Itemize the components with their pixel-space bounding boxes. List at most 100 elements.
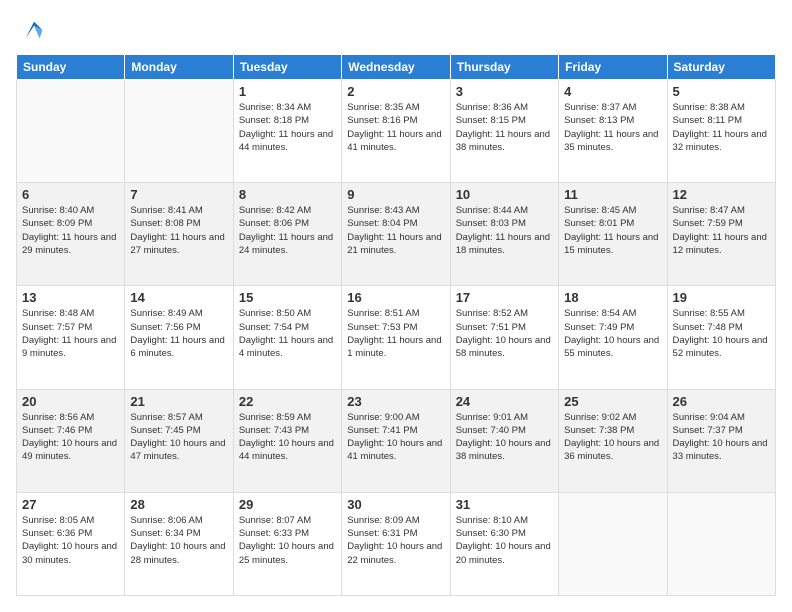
calendar-cell: 15 Sunrise: 8:50 AM Sunset: 7:54 PM Dayli… xyxy=(233,286,341,389)
calendar-cell: 25Sunrise: 9:02 AM Sunset: 7:38 PM Dayli… xyxy=(559,389,667,492)
day-info: Sunrise: 8:41 AM Sunset: 8:08 PM Dayligh… xyxy=(130,204,227,257)
day-number: 27 xyxy=(22,497,119,512)
calendar-cell: 10Sunrise: 8:44 AM Sunset: 8:03 PM Dayli… xyxy=(450,183,558,286)
day-number: 16 xyxy=(347,290,444,305)
day-info: Sunrise: 8:35 AM Sunset: 8:16 PM Dayligh… xyxy=(347,101,444,154)
day-number: 19 xyxy=(673,290,770,305)
day-number: 9 xyxy=(347,187,444,202)
day-number: 5 xyxy=(673,84,770,99)
calendar-cell: 29 Sunrise: 8:07 AM Sunset: 6:33 PM Dayli… xyxy=(233,492,341,595)
calendar-cell: 18Sunrise: 8:54 AM Sunset: 7:49 PM Dayli… xyxy=(559,286,667,389)
day-info: Sunrise: 8:56 AM Sunset: 7:46 PM Dayligh… xyxy=(22,411,119,464)
day-info: Sunrise: 8:06 AM Sunset: 6:34 PM Dayligh… xyxy=(130,514,227,567)
day-info: Sunrise: 8:07 AM Sunset: 6:33 PM Dayligh… xyxy=(239,514,336,567)
day-number: 29 xyxy=(239,497,336,512)
day-info: Sunrise: 9:02 AM Sunset: 7:38 PM Dayligh… xyxy=(564,411,661,464)
calendar-cell: 5Sunrise: 8:38 AM Sunset: 8:11 PM Daylig… xyxy=(667,80,775,183)
day-number: 24 xyxy=(456,394,553,409)
day-info: Sunrise: 8:59 AM Sunset: 7:43 PM Dayligh… xyxy=(239,411,336,464)
col-friday: Friday xyxy=(559,55,667,80)
day-info: Sunrise: 8:05 AM Sunset: 6:36 PM Dayligh… xyxy=(22,514,119,567)
col-tuesday: Tuesday xyxy=(233,55,341,80)
day-info: Sunrise: 8:52 AM Sunset: 7:51 PM Dayligh… xyxy=(456,307,553,360)
day-info: Sunrise: 9:01 AM Sunset: 7:40 PM Dayligh… xyxy=(456,411,553,464)
col-monday: Monday xyxy=(125,55,233,80)
day-info: Sunrise: 8:49 AM Sunset: 7:56 PM Dayligh… xyxy=(130,307,227,360)
day-info: Sunrise: 8:09 AM Sunset: 6:31 PM Dayligh… xyxy=(347,514,444,567)
calendar-cell: 2 Sunrise: 8:35 AM Sunset: 8:16 PM Daylig… xyxy=(342,80,450,183)
calendar-row: 27 Sunrise: 8:05 AM Sunset: 6:36 PM Dayli… xyxy=(17,492,776,595)
col-thursday: Thursday xyxy=(450,55,558,80)
calendar-cell: 31 Sunrise: 8:10 AM Sunset: 6:30 PM Dayli… xyxy=(450,492,558,595)
day-number: 14 xyxy=(130,290,227,305)
col-saturday: Saturday xyxy=(667,55,775,80)
day-info: Sunrise: 8:55 AM Sunset: 7:48 PM Dayligh… xyxy=(673,307,770,360)
calendar-cell: 21 Sunrise: 8:57 AM Sunset: 7:45 PM Dayli… xyxy=(125,389,233,492)
day-info: Sunrise: 8:51 AM Sunset: 7:53 PM Dayligh… xyxy=(347,307,444,360)
day-number: 21 xyxy=(130,394,227,409)
day-number: 4 xyxy=(564,84,661,99)
calendar-cell: 12 Sunrise: 8:47 AM Sunset: 7:59 PM Dayli… xyxy=(667,183,775,286)
day-info: Sunrise: 8:47 AM Sunset: 7:59 PM Dayligh… xyxy=(673,204,770,257)
calendar-cell: 9 Sunrise: 8:43 AM Sunset: 8:04 PM Daylig… xyxy=(342,183,450,286)
day-info: Sunrise: 8:45 AM Sunset: 8:01 PM Dayligh… xyxy=(564,204,661,257)
day-number: 11 xyxy=(564,187,661,202)
calendar-cell: 22 Sunrise: 8:59 AM Sunset: 7:43 PM Dayli… xyxy=(233,389,341,492)
calendar-row: 1 Sunrise: 8:34 AM Sunset: 8:18 PM Daylig… xyxy=(17,80,776,183)
calendar-row: 6 Sunrise: 8:40 AM Sunset: 8:09 PM Daylig… xyxy=(17,183,776,286)
calendar-cell: 17 Sunrise: 8:52 AM Sunset: 7:51 PM Dayli… xyxy=(450,286,558,389)
day-info: Sunrise: 8:50 AM Sunset: 7:54 PM Dayligh… xyxy=(239,307,336,360)
day-number: 12 xyxy=(673,187,770,202)
col-wednesday: Wednesday xyxy=(342,55,450,80)
day-info: Sunrise: 8:48 AM Sunset: 7:57 PM Dayligh… xyxy=(22,307,119,360)
calendar-cell: 19 Sunrise: 8:55 AM Sunset: 7:48 PM Dayli… xyxy=(667,286,775,389)
calendar-cell: 30Sunrise: 8:09 AM Sunset: 6:31 PM Dayli… xyxy=(342,492,450,595)
day-info: Sunrise: 8:57 AM Sunset: 7:45 PM Dayligh… xyxy=(130,411,227,464)
calendar-cell: 20 Sunrise: 8:56 AM Sunset: 7:46 PM Dayli… xyxy=(17,389,125,492)
day-info: Sunrise: 8:40 AM Sunset: 8:09 PM Dayligh… xyxy=(22,204,119,257)
logo-icon xyxy=(20,16,48,44)
calendar-cell xyxy=(125,80,233,183)
day-number: 8 xyxy=(239,187,336,202)
day-info: Sunrise: 8:54 AM Sunset: 7:49 PM Dayligh… xyxy=(564,307,661,360)
day-info: Sunrise: 8:37 AM Sunset: 8:13 PM Dayligh… xyxy=(564,101,661,154)
calendar-cell: 4 Sunrise: 8:37 AM Sunset: 8:13 PM Daylig… xyxy=(559,80,667,183)
calendar-cell: 1 Sunrise: 8:34 AM Sunset: 8:18 PM Daylig… xyxy=(233,80,341,183)
day-number: 15 xyxy=(239,290,336,305)
day-info: Sunrise: 8:36 AM Sunset: 8:15 PM Dayligh… xyxy=(456,101,553,154)
day-info: Sunrise: 8:34 AM Sunset: 8:18 PM Dayligh… xyxy=(239,101,336,154)
day-number: 31 xyxy=(456,497,553,512)
calendar-cell: 27 Sunrise: 8:05 AM Sunset: 6:36 PM Dayli… xyxy=(17,492,125,595)
day-number: 3 xyxy=(456,84,553,99)
day-number: 28 xyxy=(130,497,227,512)
day-info: Sunrise: 9:00 AM Sunset: 7:41 PM Dayligh… xyxy=(347,411,444,464)
calendar-cell: 26Sunrise: 9:04 AM Sunset: 7:37 PM Dayli… xyxy=(667,389,775,492)
day-number: 6 xyxy=(22,187,119,202)
logo xyxy=(16,16,48,44)
calendar-cell: 3 Sunrise: 8:36 AM Sunset: 8:15 PM Daylig… xyxy=(450,80,558,183)
header-row: Sunday Monday Tuesday Wednesday Thursday… xyxy=(17,55,776,80)
day-number: 1 xyxy=(239,84,336,99)
calendar-cell: 24 Sunrise: 9:01 AM Sunset: 7:40 PM Dayli… xyxy=(450,389,558,492)
col-sunday: Sunday xyxy=(17,55,125,80)
day-info: Sunrise: 8:10 AM Sunset: 6:30 PM Dayligh… xyxy=(456,514,553,567)
calendar-table: Sunday Monday Tuesday Wednesday Thursday… xyxy=(16,54,776,596)
calendar-cell: 7 Sunrise: 8:41 AM Sunset: 8:08 PM Daylig… xyxy=(125,183,233,286)
day-info: Sunrise: 8:42 AM Sunset: 8:06 PM Dayligh… xyxy=(239,204,336,257)
calendar-cell: 16 Sunrise: 8:51 AM Sunset: 7:53 PM Dayli… xyxy=(342,286,450,389)
calendar-cell: 13 Sunrise: 8:48 AM Sunset: 7:57 PM Dayli… xyxy=(17,286,125,389)
calendar-cell xyxy=(667,492,775,595)
day-info: Sunrise: 8:43 AM Sunset: 8:04 PM Dayligh… xyxy=(347,204,444,257)
day-number: 13 xyxy=(22,290,119,305)
day-number: 26 xyxy=(673,394,770,409)
page: Sunday Monday Tuesday Wednesday Thursday… xyxy=(0,0,792,612)
day-number: 7 xyxy=(130,187,227,202)
calendar-cell: 6 Sunrise: 8:40 AM Sunset: 8:09 PM Daylig… xyxy=(17,183,125,286)
day-number: 2 xyxy=(347,84,444,99)
day-number: 20 xyxy=(22,394,119,409)
day-number: 22 xyxy=(239,394,336,409)
day-number: 17 xyxy=(456,290,553,305)
day-number: 23 xyxy=(347,394,444,409)
calendar-cell: 28 Sunrise: 8:06 AM Sunset: 6:34 PM Dayli… xyxy=(125,492,233,595)
calendar-cell: 23 Sunrise: 9:00 AM Sunset: 7:41 PM Dayli… xyxy=(342,389,450,492)
